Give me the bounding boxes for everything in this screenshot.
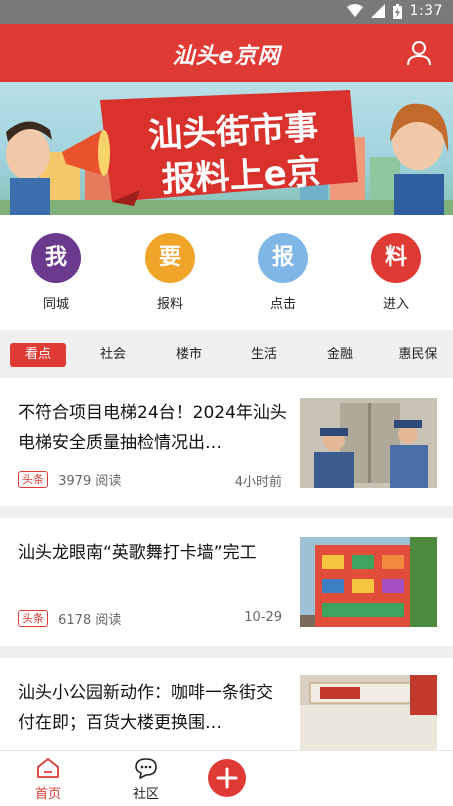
publish-time: 4小时前 (234, 475, 282, 490)
tab-loushi[interactable]: 楼市 (166, 343, 212, 367)
tab-shenghuo[interactable]: 生活 (241, 343, 287, 367)
nav-community-label: 社区 (132, 787, 159, 802)
home-icon (37, 758, 59, 778)
quick-link-icon: 料 (371, 233, 421, 283)
bottom-nav: 首页 社区 (0, 750, 453, 806)
category-tabs: 看点 社会 楼市 生活 金融 惠民保 (0, 330, 453, 378)
tab-shehui[interactable]: 社会 (90, 343, 136, 367)
tab-kandian[interactable]: 看点 (10, 343, 66, 367)
nav-home[interactable]: 首页 (13, 757, 83, 802)
battery-icon (392, 3, 402, 19)
news-meta: 头条 3979 阅读 4小时前 (18, 470, 282, 490)
nav-community[interactable]: 社区 (111, 757, 181, 802)
quick-link-label: 进入 (382, 297, 409, 312)
quick-link-baoliao[interactable]: 要 报料 (130, 233, 210, 312)
status-icons: 1:37 (346, 3, 443, 19)
headline-badge: 头条 (18, 471, 48, 488)
news-meta: 头条 6178 阅读 10-29 (18, 609, 282, 628)
news-item[interactable]: 汕头龙眼南“英歌舞打卡墙”完工 头条 6178 阅读 10-29 (0, 518, 453, 646)
user-icon[interactable] (407, 40, 431, 66)
site-logo: 汕头e京网 (172, 44, 281, 69)
quick-link-dianji[interactable]: 报 点击 (243, 233, 323, 312)
quick-link-label: 报料 (156, 297, 183, 312)
tab-huiminbao[interactable]: 惠民保 (390, 343, 446, 367)
nav-home-label: 首页 (34, 787, 61, 802)
quick-links: 我 同城 要 报料 报 点击 料 进入 (0, 215, 453, 330)
add-post-button[interactable] (208, 759, 246, 797)
plus-icon (216, 767, 238, 789)
status-bar: 1:37 (0, 0, 453, 24)
wifi-icon (346, 4, 363, 17)
publish-time: 10-29 (244, 610, 282, 625)
quick-link-icon: 要 (145, 233, 195, 283)
news-item[interactable]: 不符合项目电梯24台！2024年汕头电梯安全质量抽检情况出… 头条 3979 阅… (0, 378, 453, 506)
signal-icon (370, 4, 385, 18)
app-header: 汕头e京网 (0, 24, 453, 82)
news-thumbnail (300, 398, 437, 488)
quick-link-icon: 我 (31, 233, 81, 283)
headline-badge: 头条 (18, 610, 48, 627)
news-title: 汕头龙眼南“英歌舞打卡墙”完工 (18, 543, 257, 563)
read-count: 6178 阅读 (58, 613, 122, 628)
quick-link-tongcheng[interactable]: 我 同城 (16, 233, 96, 312)
clock: 1:37 (409, 3, 443, 19)
news-title: 不符合项目电梯24台！2024年汕头电梯安全质量抽检情况出… (18, 403, 287, 453)
news-title: 汕头小公园新动作：咖啡一条街交付在即；百货大楼更换围… (18, 683, 273, 733)
quick-link-label: 同城 (42, 297, 69, 312)
quick-link-label: 点击 (269, 297, 296, 312)
quick-link-jinru[interactable]: 料 进入 (356, 233, 436, 312)
news-item[interactable]: 汕头小公园新动作：咖啡一条街交付在即；百货大楼更换围… (0, 658, 453, 750)
tab-jinrong[interactable]: 金融 (317, 343, 363, 367)
news-thumbnail (300, 675, 437, 750)
quick-link-icon: 报 (258, 233, 308, 283)
news-thumbnail (300, 537, 437, 627)
read-count: 3979 阅读 (58, 474, 122, 489)
chat-bubble-icon (135, 758, 157, 779)
promo-banner[interactable]: 汕头街市事 报料上e京 (0, 82, 453, 215)
